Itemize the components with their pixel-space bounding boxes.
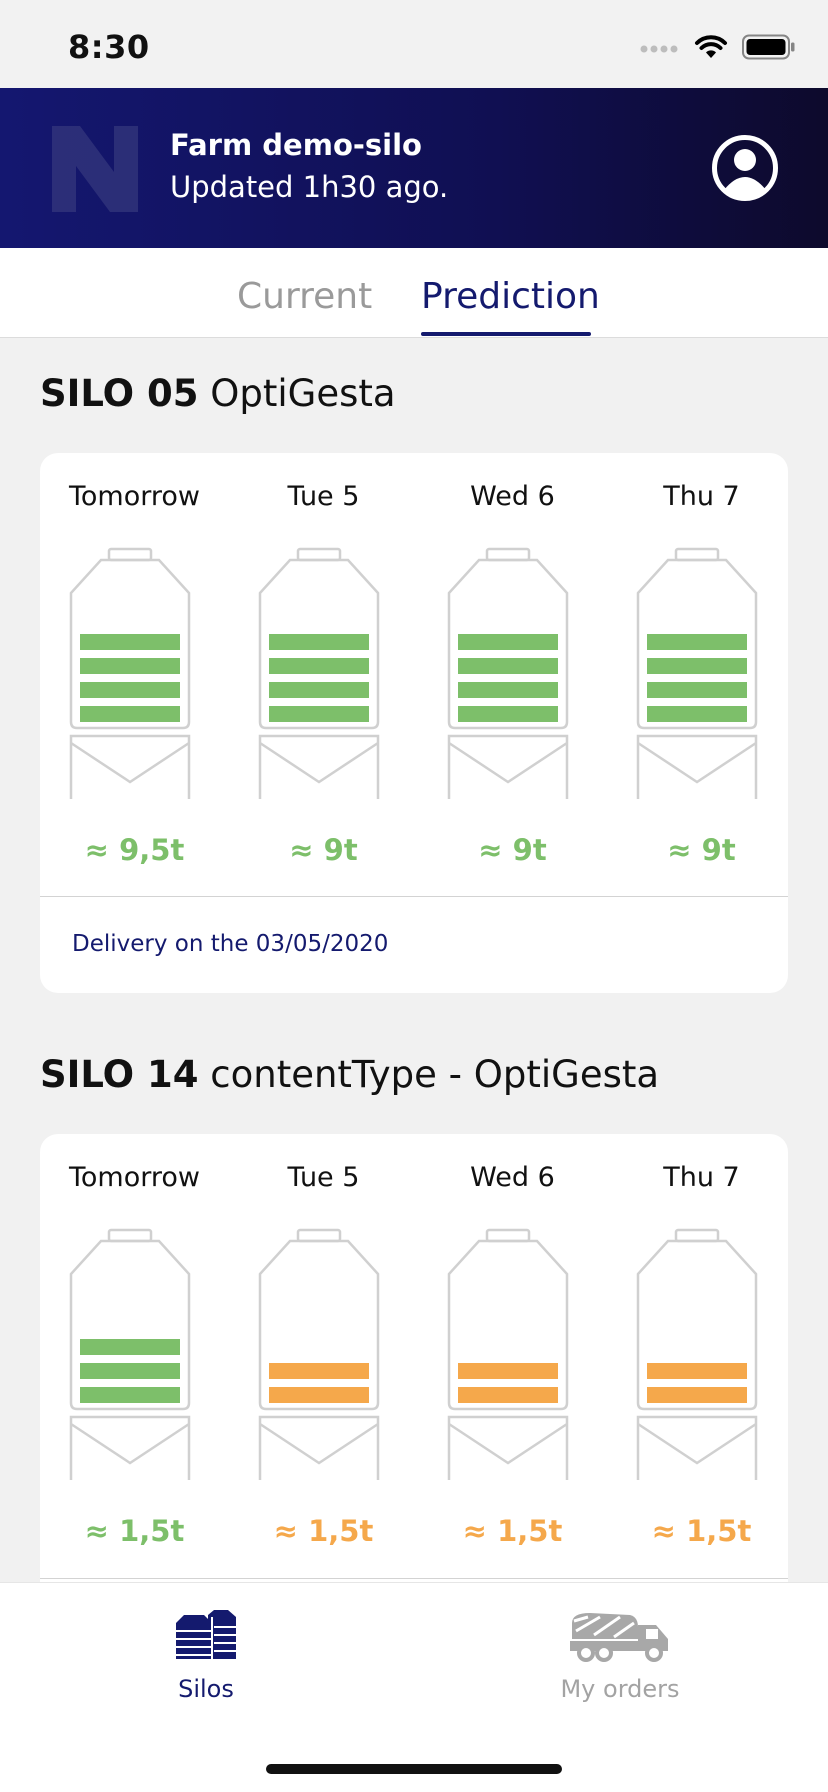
forecast-day: Wed 6 <box>470 1162 555 1193</box>
status-time: 8:30 <box>68 28 150 66</box>
silo-level-icon <box>447 1228 569 1480</box>
level-bar <box>80 658 180 674</box>
level-bar <box>458 706 558 722</box>
level-bar <box>80 706 180 722</box>
wifi-icon <box>695 35 727 58</box>
level-bar <box>458 1387 558 1403</box>
delivery-date: Delivery on the 03/05/2020 <box>72 931 389 957</box>
level-bar <box>647 706 747 722</box>
forecast-day: Tue 5 <box>287 481 360 512</box>
silos-icon <box>176 1610 236 1659</box>
silo-level-icon <box>636 547 758 799</box>
level-bar <box>647 682 747 698</box>
forecast-quantity: ≈ 9,5t <box>84 833 185 867</box>
level-bar <box>458 682 558 698</box>
card-divider <box>40 1578 788 1579</box>
silo-name: OptiGesta <box>210 372 396 415</box>
nav-label-my-orders: My orders <box>560 1675 680 1703</box>
level-bar <box>80 634 180 650</box>
forecast-quantity: ≈ 9t <box>667 833 736 867</box>
updated-time: Updated 1h30 ago. <box>170 170 449 204</box>
forecast-day: Tomorrow <box>69 1162 200 1193</box>
profile-icon[interactable] <box>711 134 779 202</box>
silo-card[interactable]: Tomorrow ≈ 1,5t Tue 5 ≈ 1,5t Wed 6 ≈ 1,5t Thu … <box>40 1134 788 1654</box>
level-bar <box>269 1363 369 1379</box>
battery-icon <box>742 34 795 60</box>
silo-level-icon <box>69 1228 191 1480</box>
nav-item-my-orders[interactable]: My orders <box>520 1609 720 1703</box>
level-bar <box>269 634 369 650</box>
level-bar <box>80 682 180 698</box>
level-bar <box>80 1339 180 1355</box>
signal-icon <box>640 45 678 53</box>
forecast-day: Wed 6 <box>470 481 555 512</box>
silo-id: SILO 14 <box>40 1053 199 1096</box>
forecast-day: Thu 7 <box>663 1162 740 1193</box>
silo-level-icon <box>447 547 569 799</box>
tab-active-indicator <box>421 332 591 336</box>
level-bar <box>647 1363 747 1379</box>
tab-prediction[interactable]: Prediction <box>421 276 600 317</box>
tab-current[interactable]: Current <box>237 276 372 317</box>
view-tabs: Current Prediction <box>0 248 828 338</box>
level-bar <box>269 658 369 674</box>
forecast-quantity: ≈ 9t <box>289 833 358 867</box>
silo-level-icon <box>636 1228 758 1480</box>
forecast-day: Tomorrow <box>69 481 200 512</box>
level-bar <box>80 1363 180 1379</box>
level-bar <box>647 658 747 674</box>
bottom-nav: Silos My orders <box>0 1582 828 1792</box>
nav-label-silos: Silos <box>178 1675 234 1703</box>
silo-level-icon <box>69 547 191 799</box>
status-bar: 8:30 <box>0 0 828 88</box>
forecast-quantity: ≈ 1,5t <box>84 1514 185 1548</box>
level-bar <box>458 634 558 650</box>
forecast-quantity: ≈ 9t <box>478 833 547 867</box>
status-icons <box>640 34 796 60</box>
level-bar <box>458 1363 558 1379</box>
silo-level-icon <box>258 1228 380 1480</box>
forecast-day: Thu 7 <box>663 481 740 512</box>
silo-title: SILO 14 contentType - OptiGesta <box>40 1053 659 1096</box>
level-bar <box>269 682 369 698</box>
farm-name: Farm demo-silo <box>170 128 422 162</box>
silo-level-icon <box>258 547 380 799</box>
silo-card[interactable]: Delivery on the 03/05/2020 Tomorrow ≈ 9,5… <box>40 453 788 993</box>
silo-title: SILO 05 OptiGesta <box>40 372 396 415</box>
forecast-day: Tue 5 <box>287 1162 360 1193</box>
level-bar <box>647 1387 747 1403</box>
level-bar <box>80 1387 180 1403</box>
silo-name: contentType - OptiGesta <box>210 1053 660 1096</box>
home-indicator <box>266 1764 562 1774</box>
forecast-quantity: ≈ 1,5t <box>651 1514 752 1548</box>
level-bar <box>269 1387 369 1403</box>
nav-item-silos[interactable]: Silos <box>106 1609 306 1703</box>
brand-logo <box>52 126 138 212</box>
level-bar <box>647 634 747 650</box>
card-divider <box>40 896 788 897</box>
forecast-quantity: ≈ 1,5t <box>462 1514 563 1548</box>
silo-id: SILO 05 <box>40 372 199 415</box>
forecast-quantity: ≈ 1,5t <box>273 1514 374 1548</box>
level-bar <box>269 706 369 722</box>
truck-icon <box>570 1613 668 1662</box>
level-bar <box>458 658 558 674</box>
